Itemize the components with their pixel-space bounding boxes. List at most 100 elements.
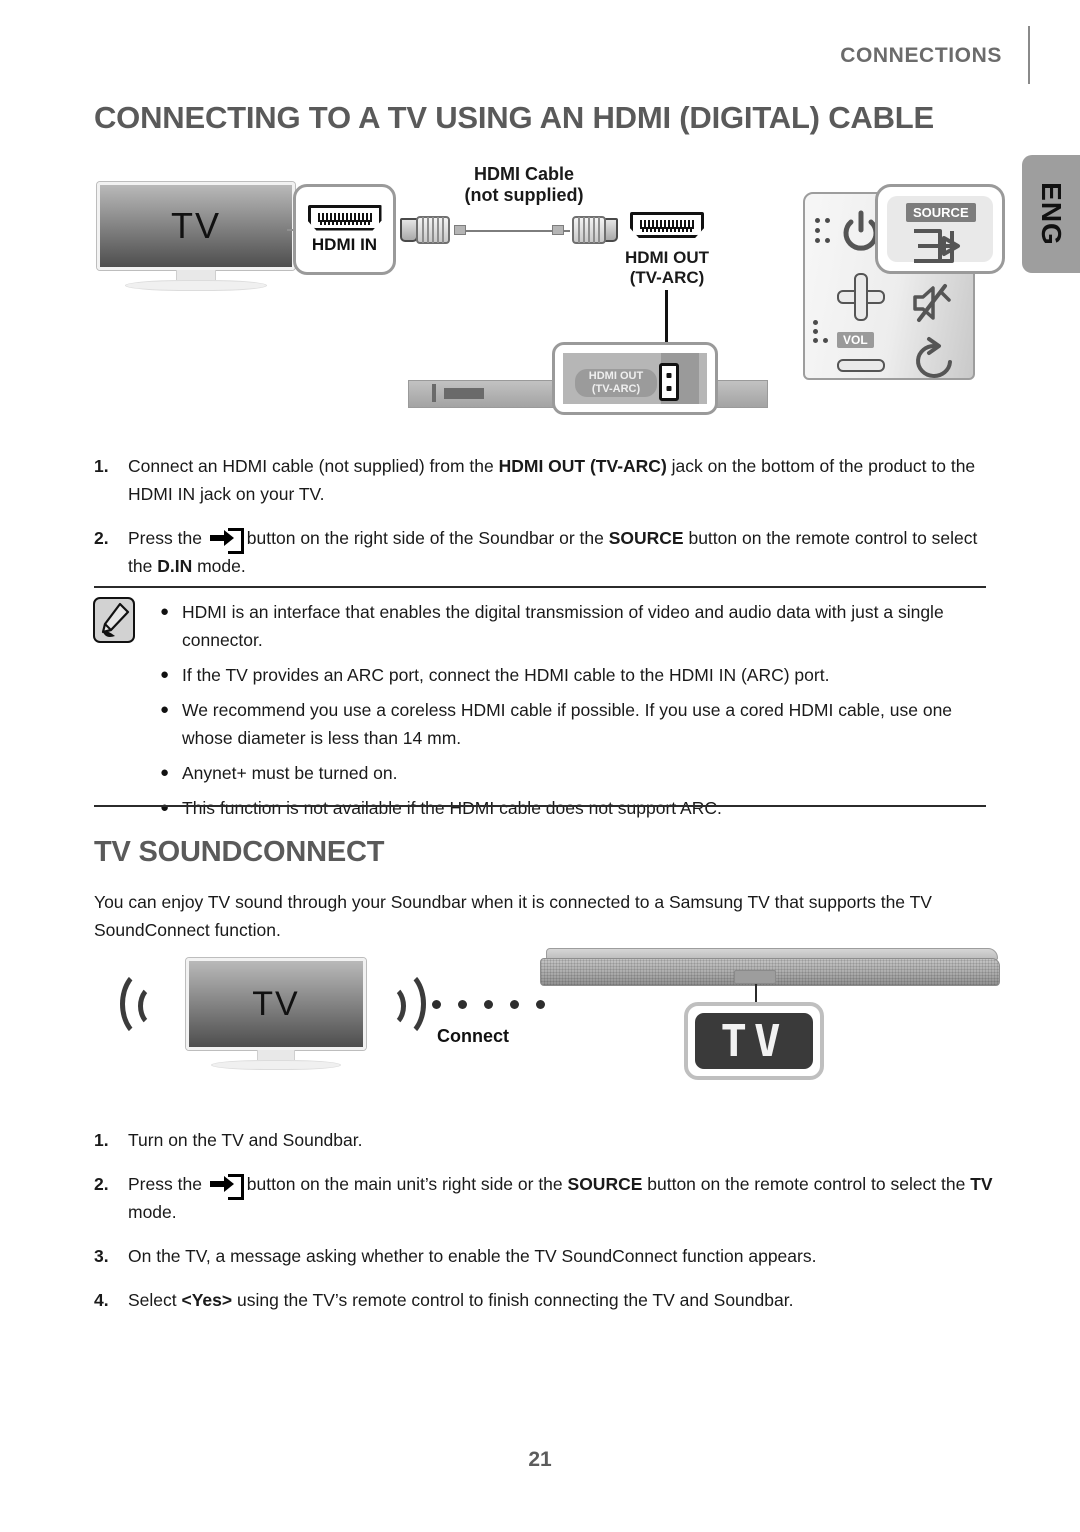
- tv-illustration: TV: [97, 182, 295, 291]
- step-text-strong: SOURCE: [608, 528, 684, 548]
- note-divider-bottom: [94, 805, 986, 807]
- note-text: This function is not available if the HD…: [182, 798, 722, 818]
- page-number: 21: [528, 1448, 552, 1471]
- step-text-strong: SOURCE: [567, 1174, 643, 1194]
- note-divider-top: [94, 586, 986, 588]
- soundbar-display-window: [734, 970, 776, 984]
- step-text: Select <Yes> using the TV’s remote contr…: [128, 1286, 1004, 1314]
- wireless-wave-left-inner: [138, 984, 172, 1028]
- step-number: 3.: [94, 1246, 109, 1266]
- step-text-part: Press the: [128, 528, 207, 548]
- note-item: ● Anynet+ must be turned on.: [160, 759, 990, 787]
- tv-screen: TV: [97, 182, 295, 270]
- tv-screen-label-2: TV: [252, 984, 300, 1023]
- step-number: 1.: [94, 1130, 109, 1150]
- note-item: ● This function is not available if the …: [160, 794, 990, 822]
- step-number: 4.: [94, 1290, 109, 1310]
- mute-icon: [913, 284, 951, 322]
- tv-stand-base: [125, 280, 267, 291]
- wireless-wave-right-outer: [374, 968, 426, 1040]
- connector-neck-right: [552, 225, 564, 235]
- step-text-part: mode.: [128, 1202, 177, 1222]
- tv-screen-label: TV: [170, 205, 221, 246]
- tv-stand-neck: [176, 270, 216, 280]
- note-bullet-icon: ●: [160, 603, 170, 620]
- note-text: HDMI is an interface that enables the di…: [182, 602, 944, 650]
- header-vertical-rule: [1028, 26, 1030, 84]
- hdmi-cable-title: HDMI Cable: [473, 164, 574, 184]
- soundbar-port-label-line1: HDMI OUT: [588, 370, 644, 382]
- soundbar-display-callout: TV: [684, 1002, 824, 1080]
- remote-volume-dots: [813, 320, 831, 343]
- step-text: On the TV, a message asking whether to e…: [128, 1246, 817, 1266]
- step-text-strong: TV: [970, 1174, 993, 1194]
- repeat-icon: [916, 337, 952, 378]
- step-item: 2. Press the button on the main unit’s r…: [94, 1170, 1004, 1226]
- step-text-part: mode.: [192, 556, 246, 576]
- note-bullet-icon: ●: [160, 764, 170, 781]
- note-text: If the TV provides an ARC port, connect …: [182, 665, 830, 685]
- soundbar-strip-notch-left: [432, 384, 436, 402]
- step-text-part: Press the: [128, 1174, 207, 1194]
- hdmi-out-label-line2: (TV-ARC): [629, 268, 705, 287]
- section-title-hdmi: CONNECTING TO A TV USING AN HDMI (DIGITA…: [94, 100, 934, 135]
- hdmi-out-label-line1: HDMI OUT: [624, 248, 710, 267]
- soundbar-hdmi-port-icon: [659, 363, 679, 401]
- note-text: Anynet+ must be turned on.: [182, 763, 398, 783]
- note-pencil-icon: [93, 597, 135, 643]
- note-bullet-icon: ●: [160, 799, 170, 816]
- step-text-strong: <Yes>: [181, 1290, 233, 1310]
- soundbar-port-label-line2: (TV-ARC): [591, 383, 641, 395]
- soundbar-port-label: HDMI OUT (TV-ARC): [575, 369, 657, 397]
- note-item: ● We recommend you use a coreless HDMI c…: [160, 696, 990, 752]
- step-text-part: button on the right side of the Soundbar…: [246, 528, 609, 548]
- step-text: Press the button on the right side of th…: [128, 524, 994, 580]
- soundbar-strip-bar-left: [444, 388, 484, 399]
- tv-stand-base-2: [211, 1060, 341, 1070]
- hdmi-in-port-icon: [307, 204, 382, 231]
- soundbar-display-text: TV: [720, 1015, 788, 1067]
- connector-neck-left: [454, 225, 466, 235]
- volume-down-icon: [837, 359, 885, 372]
- hdmi-out-port-group: [630, 212, 704, 238]
- step-number: 2.: [94, 1174, 109, 1194]
- hdmi-out-port-icon: [630, 212, 704, 238]
- note-bullet-icon: ●: [160, 701, 170, 718]
- soundconnect-intro: You can enjoy TV sound through your Soun…: [94, 892, 932, 940]
- note-item: ● HDMI is an interface that enables the …: [160, 598, 990, 654]
- connector-ribs-left: [422, 217, 444, 243]
- connect-dot-line: [432, 1000, 545, 1009]
- step-number: 2.: [94, 528, 109, 548]
- step-item: 1. Turn on the TV and Soundbar.: [94, 1126, 1004, 1154]
- connect-dot: [458, 1000, 467, 1009]
- tv-illustration-2: TV: [186, 958, 366, 1070]
- source-label-chip: SOURCE: [906, 203, 976, 222]
- connect-dot: [510, 1000, 519, 1009]
- tv-screen-2: TV: [186, 958, 366, 1050]
- note-bullet-list: ● HDMI is an interface that enables the …: [160, 598, 990, 829]
- hdmi-out-caption: HDMI OUT (TV-ARC): [592, 248, 742, 288]
- chapter-label: CONNECTIONS: [840, 44, 1002, 67]
- hdmi-out-pins-row2: [642, 227, 692, 232]
- step-item: 3. On the TV, a message asking whether t…: [94, 1242, 1004, 1270]
- step-item: 4. Select <Yes> using the TV’s remote co…: [94, 1286, 1004, 1314]
- connect-dot: [432, 1000, 441, 1009]
- soundconnect-diagram: TV Connect TV: [0, 940, 1080, 1120]
- step-text-strong: HDMI OUT (TV-ARC): [498, 456, 667, 476]
- note-text: We recommend you use a coreless HDMI cab…: [182, 700, 953, 748]
- step-item: 2. Press the button on the right side of…: [94, 524, 994, 580]
- step-text: Turn on the TV and Soundbar.: [128, 1130, 363, 1150]
- tv-stand-neck-2: [257, 1050, 295, 1060]
- volume-label-chip: VOL: [837, 332, 874, 348]
- step-text: Press the button on the main unit’s righ…: [128, 1170, 1004, 1226]
- hdmi-in-label: HDMI IN: [311, 234, 378, 254]
- connect-dot: [484, 1000, 493, 1009]
- connect-dot: [536, 1000, 545, 1009]
- remote-power-dots: [815, 218, 833, 244]
- source-button-glyph: [209, 1174, 244, 1200]
- volume-up-icon-vertical: [854, 273, 868, 321]
- hdmi-steps-list: 1. Connect an HDMI cable (not supplied) …: [94, 452, 994, 596]
- soundbar-display-screen: TV: [695, 1013, 813, 1069]
- note-bullet-icon: ●: [160, 666, 170, 683]
- source-button-callout: SOURCE: [875, 184, 1005, 274]
